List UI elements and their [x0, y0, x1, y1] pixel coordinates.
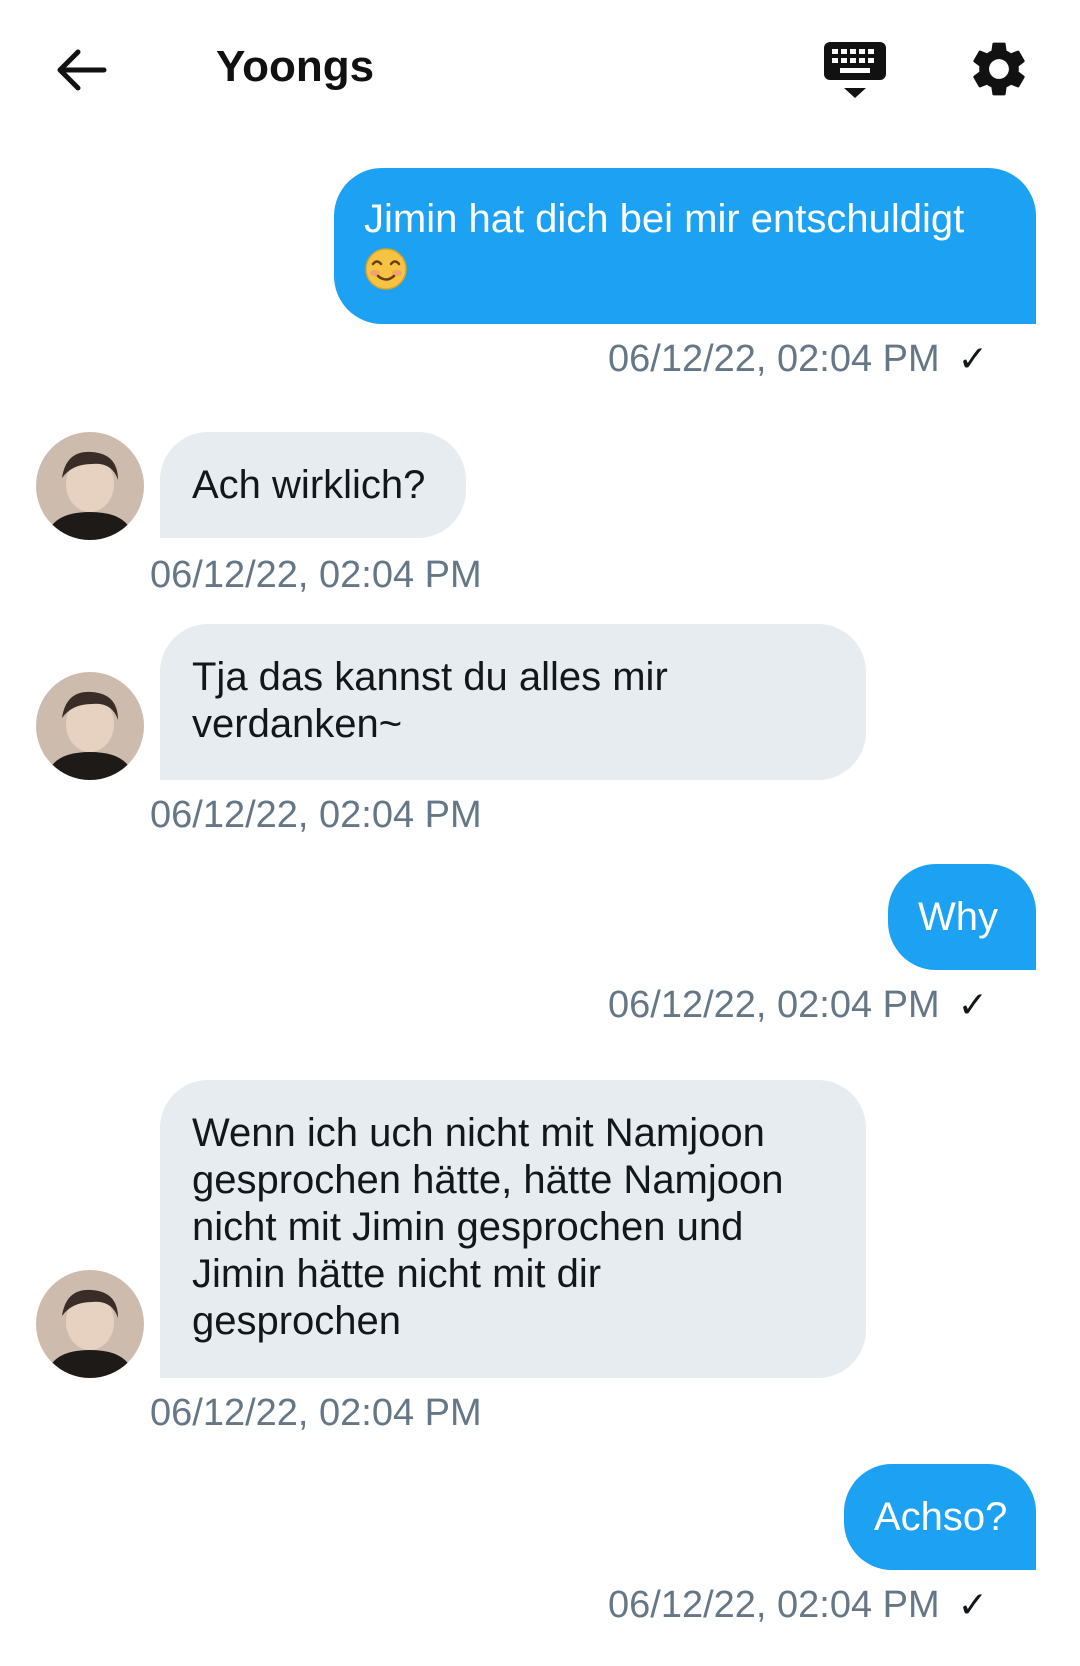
keyboard-icon: [824, 42, 886, 98]
settings-button[interactable]: [966, 36, 1032, 102]
read-check-icon: ✓: [957, 338, 988, 379]
avatar[interactable]: [36, 432, 144, 540]
read-check-icon: ✓: [957, 1584, 988, 1625]
message-text-line: nicht mit Jimin gesprochen und: [192, 1205, 744, 1249]
message-timestamp: 06/12/22, 02:04 PM: [150, 554, 482, 596]
message-bubble-incoming[interactable]: Wenn ich uch nicht mit Namjoon gesproche…: [160, 1080, 866, 1378]
message-text: Ach wirklich?: [192, 463, 426, 507]
message-text-line: Wenn ich uch nicht mit Namjoon: [192, 1111, 765, 1155]
message-timestamp: 06/12/22, 02:04 PM ✓: [608, 984, 988, 1026]
message-bubble-outgoing[interactable]: Achso?: [844, 1464, 1036, 1570]
message-bubble-incoming[interactable]: Tja das kannst du alles mir verdanken~: [160, 624, 866, 780]
message-timestamp: 06/12/22, 02:04 PM ✓: [608, 338, 988, 380]
message-bubble-incoming[interactable]: Ach wirklich?: [160, 432, 466, 538]
message-timestamp: 06/12/22, 02:04 PM: [150, 794, 482, 836]
smiling-face-icon: [365, 248, 407, 291]
message-text-line: gesprochen hätte, hätte Namjoon: [192, 1158, 784, 1202]
message-bubble-outgoing[interactable]: Why: [888, 864, 1036, 970]
message-bubble-outgoing[interactable]: Jimin hat dich bei mir entschuldigt: [334, 168, 1036, 324]
keyboard-button[interactable]: [822, 38, 888, 104]
arrow-left-icon: [57, 49, 107, 91]
gear-icon: [973, 42, 1025, 96]
message-text-line: Jimin hätte nicht mit dir: [192, 1252, 602, 1296]
message-text: Jimin hat dich bei mir entschuldigt: [364, 197, 965, 241]
back-button[interactable]: [50, 38, 114, 102]
message-text: Why: [918, 895, 998, 939]
read-check-icon: ✓: [957, 984, 988, 1025]
message-text-line: verdanken~: [192, 702, 403, 746]
avatar[interactable]: [36, 1270, 144, 1378]
message-timestamp: 06/12/22, 02:04 PM: [150, 1392, 482, 1434]
message-timestamp: 06/12/22, 02:04 PM ✓: [608, 1584, 988, 1626]
message-text-line: gesprochen: [192, 1299, 402, 1343]
avatar[interactable]: [36, 672, 144, 780]
chat-header: Yoongs: [0, 0, 1080, 140]
conversation-title: Yoongs: [216, 42, 375, 91]
message-text: Achso?: [874, 1495, 1008, 1539]
message-text-line: Tja das kannst du alles mir: [192, 655, 668, 699]
